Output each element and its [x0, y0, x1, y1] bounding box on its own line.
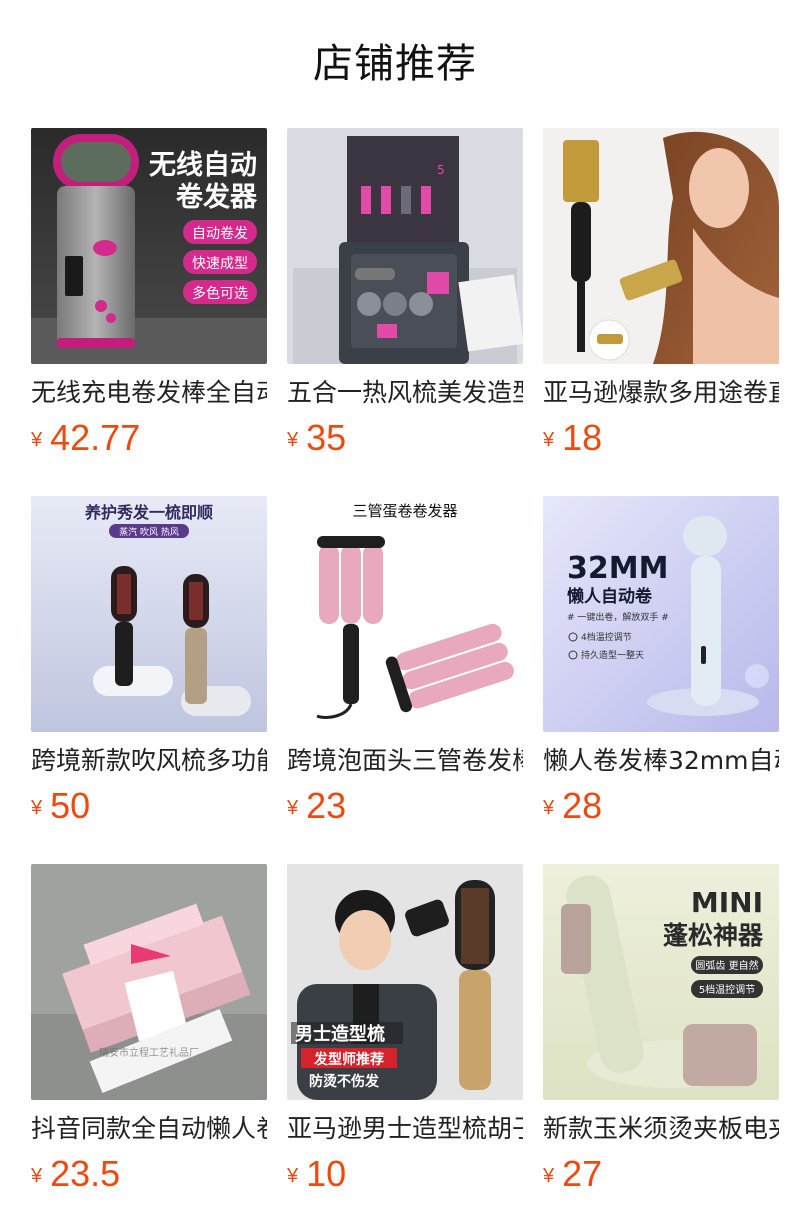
image-text: 三管蛋卷卷发器: [352, 502, 457, 520]
price-value: 42.77: [50, 417, 141, 458]
image-text: 发型师推荐: [313, 1051, 384, 1068]
image-text: 32MM: [567, 551, 668, 586]
currency-symbol: ¥: [31, 797, 43, 819]
image-badge: 蒸汽 吹风 热风: [119, 526, 179, 538]
recommend-page: 店铺推荐 无线自动 卷发器 自动卷发 快速成型 多色可选 无线充电卷发棒全自动 …: [0, 0, 790, 1232]
price-value: 28: [562, 785, 603, 826]
price-value: 50: [50, 785, 91, 826]
product-image[interactable]: 32MM 懒人自动卷 # 一键出卷，解放双手 # 4档温控调节 持久造型一整天: [543, 496, 779, 732]
currency-symbol: ¥: [287, 797, 299, 819]
product-card[interactable]: 瑞安市立程工艺礼品厂 抖音同款全自动懒人卷 ¥23.5: [31, 864, 267, 1204]
product-name[interactable]: 抖音同款全自动懒人卷: [31, 1112, 267, 1146]
product-image[interactable]: 三管蛋卷卷发器: [287, 496, 523, 732]
product-card[interactable]: 无线自动 卷发器 自动卷发 快速成型 多色可选 无线充电卷发棒全自动 ¥42.7…: [31, 128, 267, 468]
image-badge: 快速成型: [192, 256, 248, 272]
currency-symbol: ¥: [287, 1165, 299, 1187]
product-image-art: 养护秀发一梳即顺 蒸汽 吹风 热风: [31, 496, 267, 732]
product-card[interactable]: 三管蛋卷卷发器 跨境泡面头三管卷发棒 ¥23: [287, 496, 523, 836]
image-text: 4档温控调节: [581, 631, 632, 643]
currency-symbol: ¥: [31, 1165, 43, 1187]
product-price: ¥28: [543, 786, 602, 826]
price-value: 23.5: [50, 1153, 121, 1194]
image-text: 持久造型一整天: [581, 649, 644, 661]
image-badge: 圆弧齿 更自然: [695, 959, 758, 972]
product-image-art: MINI 蓬松神器 圆弧齿 更自然 5档温控调节: [543, 864, 779, 1100]
image-text: MINI: [691, 886, 763, 919]
product-image-art: 5: [287, 128, 523, 364]
product-name[interactable]: 无线充电卷发棒全自动: [31, 376, 267, 410]
price-value: 23: [306, 785, 347, 826]
product-image[interactable]: 5: [287, 128, 523, 364]
product-image-art: 三管蛋卷卷发器: [287, 496, 523, 732]
currency-symbol: ¥: [287, 429, 299, 451]
product-price: ¥27: [543, 1154, 602, 1194]
product-card[interactable]: MINI 蓬松神器 圆弧齿 更自然 5档温控调节 新款玉米须烫夹板电夹 ¥27: [543, 864, 779, 1204]
image-text: 卷发器: [176, 181, 258, 213]
product-price: ¥23.5: [31, 1154, 120, 1194]
product-image[interactable]: 男士造型梳 发型师推荐 防烫不伤发: [287, 864, 523, 1100]
image-text: 男士造型梳: [295, 1023, 385, 1045]
section-title: 店铺推荐: [313, 41, 477, 87]
price-value: 35: [306, 417, 347, 458]
product-image[interactable]: 养护秀发一梳即顺 蒸汽 吹风 热风: [31, 496, 267, 732]
image-badge: 自动卷发: [192, 226, 248, 242]
image-text: # 一键出卷，解放双手 #: [567, 611, 669, 623]
product-image-art: 32MM 懒人自动卷 # 一键出卷，解放双手 # 4档温控调节 持久造型一整天: [543, 496, 779, 732]
currency-symbol: ¥: [543, 1165, 555, 1187]
product-name[interactable]: 跨境泡面头三管卷发棒: [287, 744, 523, 778]
product-price: ¥10: [287, 1154, 346, 1194]
product-name[interactable]: 新款玉米须烫夹板电夹: [543, 1112, 779, 1146]
currency-symbol: ¥: [543, 429, 555, 451]
product-image[interactable]: [543, 128, 779, 364]
product-image-art: 瑞安市立程工艺礼品厂: [31, 864, 267, 1100]
product-image[interactable]: MINI 蓬松神器 圆弧齿 更自然 5档温控调节: [543, 864, 779, 1100]
price-value: 10: [306, 1153, 347, 1194]
product-price: ¥35: [287, 418, 346, 458]
price-value: 18: [562, 417, 603, 458]
image-text: 防烫不伤发: [309, 1073, 380, 1090]
image-badge: 多色可选: [192, 285, 248, 302]
product-name[interactable]: 亚马逊男士造型梳胡子: [287, 1112, 523, 1146]
product-price: ¥18: [543, 418, 602, 458]
price-value: 27: [562, 1153, 603, 1194]
product-card[interactable]: 养护秀发一梳即顺 蒸汽 吹风 热风 跨境新款吹风梳多功能 ¥50: [31, 496, 267, 836]
product-card[interactable]: 男士造型梳 发型师推荐 防烫不伤发 亚马逊男士造型梳胡子 ¥10: [287, 864, 523, 1204]
svg-text:5: 5: [437, 163, 445, 177]
product-card[interactable]: 32MM 懒人自动卷 # 一键出卷，解放双手 # 4档温控调节 持久造型一整天 …: [543, 496, 779, 836]
currency-symbol: ¥: [31, 429, 43, 451]
image-text: 养护秀发一梳即顺: [84, 503, 213, 522]
image-text: 蓬松神器: [663, 921, 764, 950]
product-image-art: 男士造型梳 发型师推荐 防烫不伤发: [287, 864, 523, 1100]
product-image[interactable]: 无线自动 卷发器 自动卷发 快速成型 多色可选: [31, 128, 267, 364]
product-name[interactable]: 懒人卷发棒32mm自动: [543, 744, 779, 778]
product-price: ¥50: [31, 786, 90, 826]
image-text: 无线自动: [149, 149, 257, 181]
image-watermark: 瑞安市立程工艺礼品厂: [99, 1046, 199, 1059]
product-card[interactable]: 亚马逊爆款多用途卷直 ¥18: [543, 128, 779, 468]
image-text: 懒人自动卷: [567, 586, 653, 607]
product-name[interactable]: 五合一热风梳美发造型: [287, 376, 523, 410]
product-image-art: 无线自动 卷发器 自动卷发 快速成型 多色可选: [31, 128, 267, 364]
product-name[interactable]: 亚马逊爆款多用途卷直: [543, 376, 779, 410]
product-price: ¥42.77: [31, 418, 140, 458]
product-name[interactable]: 跨境新款吹风梳多功能: [31, 744, 267, 778]
product-image-art: [543, 128, 779, 364]
product-card[interactable]: 5 五合一热风梳美发造型 ¥35: [287, 128, 523, 468]
image-badge: 5档温控调节: [699, 983, 755, 996]
product-price: ¥23: [287, 786, 346, 826]
currency-symbol: ¥: [543, 797, 555, 819]
product-image[interactable]: 瑞安市立程工艺礼品厂: [31, 864, 267, 1100]
